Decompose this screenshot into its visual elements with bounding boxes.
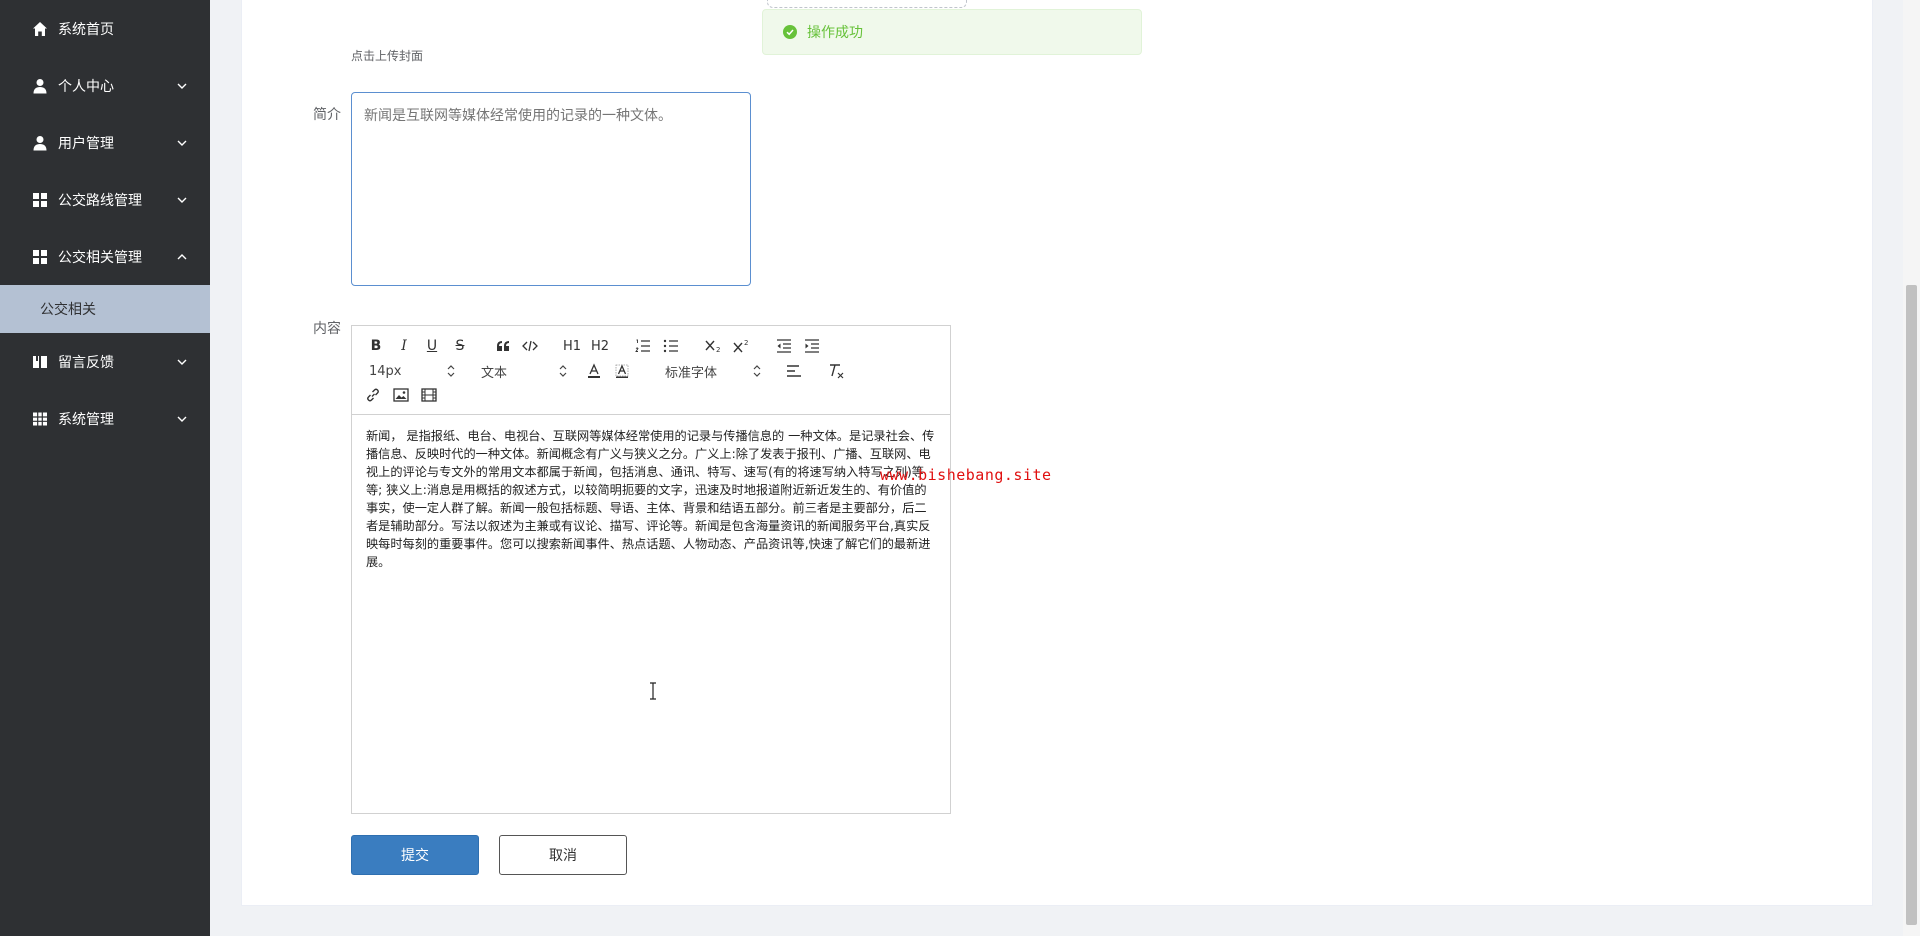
submit-button[interactable]: 提交	[351, 835, 479, 875]
content-label: 内容	[313, 321, 341, 337]
chevron-down-icon	[177, 83, 187, 89]
bullet-list-button[interactable]	[660, 335, 682, 357]
background-color-icon	[615, 364, 629, 378]
grid-icon	[32, 249, 48, 265]
book-icon	[32, 354, 48, 370]
subscript-icon: 2	[705, 340, 720, 353]
link-button[interactable]	[362, 384, 384, 406]
sidebar-item-label: 个人中心	[58, 78, 114, 95]
h2-button[interactable]: H2	[589, 335, 611, 357]
font-family-value: 标准字体	[665, 365, 718, 381]
underline-button[interactable]: U	[421, 335, 443, 357]
sidebar-subitem-label: 公交相关	[40, 302, 96, 318]
success-toast: 操作成功	[762, 9, 1142, 55]
select-arrows-icon	[753, 365, 761, 377]
toast-message: 操作成功	[807, 25, 863, 41]
strike-button[interactable]: S	[449, 335, 471, 357]
h1-button[interactable]: H1	[561, 335, 583, 357]
rich-text-editor: B I U S H1 H2 2 2 14px 文本 标准字体 新闻， 是指报纸、…	[351, 325, 951, 814]
svg-text:2: 2	[716, 346, 720, 353]
link-icon	[367, 388, 379, 402]
summary-textarea[interactable]	[351, 92, 751, 286]
header-select-value: 文本	[481, 365, 508, 381]
code-block-button[interactable]	[519, 335, 541, 357]
sidebar-item-user-management[interactable]: 用户管理	[0, 114, 210, 171]
select-arrows-icon	[559, 365, 567, 377]
video-icon	[421, 388, 437, 402]
font-family-select[interactable]: 标准字体	[665, 360, 761, 382]
image-icon	[393, 388, 409, 402]
table-icon	[32, 411, 48, 427]
outdent-icon	[777, 339, 791, 353]
sidebar-item-bus-route-management[interactable]: 公交路线管理	[0, 171, 210, 228]
summary-label: 简介	[313, 107, 341, 123]
sidebar: 系统首页 个人中心 用户管理 公交路线管理 公交相关管理 公交相关 留言反馈 系…	[0, 0, 210, 936]
sidebar-item-system-management[interactable]: 系统管理	[0, 390, 210, 447]
ordered-list-button[interactable]	[632, 335, 654, 357]
blockquote-icon	[497, 341, 509, 351]
chevron-down-icon	[177, 359, 187, 365]
video-button[interactable]	[418, 384, 440, 406]
select-arrows-icon	[447, 365, 455, 377]
quote-button[interactable]	[492, 335, 514, 357]
sidebar-item-feedback[interactable]: 留言反馈	[0, 333, 210, 390]
chevron-down-icon	[177, 416, 187, 422]
home-icon	[32, 21, 48, 37]
indent-icon	[805, 339, 819, 353]
outdent-button[interactable]	[773, 335, 795, 357]
page-scrollbar-thumb[interactable]	[1906, 285, 1917, 925]
font-color-button[interactable]	[583, 360, 605, 382]
sidebar-item-bus-related-management[interactable]: 公交相关管理	[0, 228, 210, 285]
sidebar-item-label: 系统管理	[58, 411, 114, 428]
font-color-icon	[588, 363, 600, 378]
check-circle-icon	[783, 25, 797, 39]
subscript-button[interactable]: 2	[703, 335, 725, 357]
font-size-select[interactable]: 14px	[369, 360, 455, 382]
sidebar-item-personal-center[interactable]: 个人中心	[0, 57, 210, 114]
align-left-icon	[787, 365, 801, 377]
chevron-up-icon	[177, 253, 187, 259]
background-color-button[interactable]	[611, 360, 633, 382]
image-button[interactable]	[390, 384, 412, 406]
code-icon	[522, 340, 538, 352]
sidebar-item-label: 留言反馈	[58, 354, 114, 371]
sidebar-item-label: 用户管理	[58, 135, 114, 152]
superscript-icon: 2	[733, 339, 748, 353]
sidebar-item-label: 公交路线管理	[58, 192, 142, 209]
sidebar-item-label: 系统首页	[58, 21, 114, 38]
clear-format-button[interactable]	[825, 360, 847, 382]
italic-button[interactable]: I	[393, 335, 415, 357]
cover-upload-hint: 点击上传封面	[351, 49, 424, 63]
bold-button[interactable]: B	[365, 335, 387, 357]
align-button[interactable]	[783, 360, 805, 382]
sidebar-item-home[interactable]: 系统首页	[0, 0, 210, 57]
sidebar-subitem-bus-related[interactable]: 公交相关	[0, 285, 210, 333]
user-icon	[32, 78, 48, 94]
bullet-list-icon	[663, 339, 678, 353]
font-size-value: 14px	[369, 363, 402, 379]
editor-content[interactable]: 新闻， 是指报纸、电台、电视台、互联网等媒体经常使用的记录与传播信息的 一种文体…	[352, 415, 950, 583]
user-icon	[32, 135, 48, 151]
indent-button[interactable]	[801, 335, 823, 357]
superscript-button[interactable]: 2	[731, 335, 753, 357]
editor-toolbar: B I U S H1 H2 2 2 14px 文本 标准字体	[352, 326, 950, 415]
chevron-down-icon	[177, 140, 187, 146]
svg-text:2: 2	[744, 339, 748, 347]
clear-format-icon	[830, 364, 844, 379]
header-select[interactable]: 文本	[481, 360, 567, 382]
cancel-button[interactable]: 取消	[499, 835, 627, 875]
watermark: www.bishebang.site	[880, 466, 1052, 484]
cover-upload-box[interactable]	[767, 0, 967, 8]
chevron-down-icon	[177, 197, 187, 203]
text-cursor-icon	[650, 682, 656, 700]
ordered-list-icon	[635, 339, 650, 352]
sidebar-item-label: 公交相关管理	[58, 249, 142, 266]
grid-icon	[32, 192, 48, 208]
